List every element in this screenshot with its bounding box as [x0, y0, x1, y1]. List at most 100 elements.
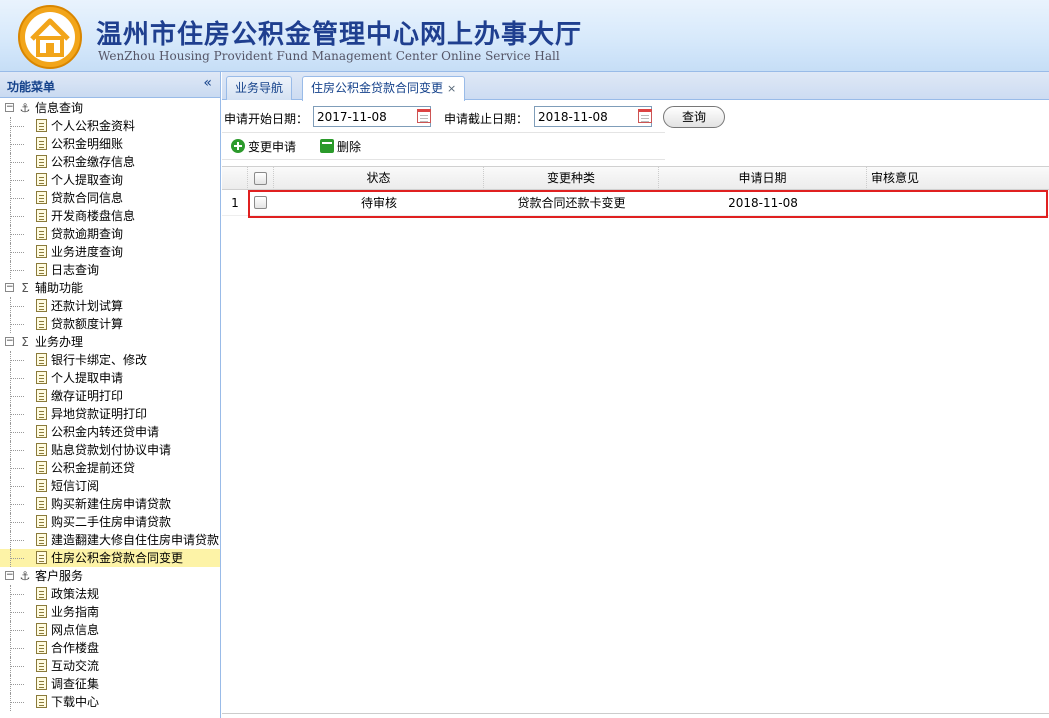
menu-item[interactable]: 异地贷款证明打印 — [0, 405, 220, 423]
menu-item[interactable]: 建造翻建大修自住住房申请贷款 — [0, 531, 220, 549]
menu-item[interactable]: 贷款额度计算 — [0, 315, 220, 333]
sigma-icon: Σ — [21, 281, 29, 295]
column-header-change-type[interactable]: 变更种类 — [484, 167, 659, 190]
menu-item[interactable]: 公积金缴存信息 — [0, 153, 220, 171]
menu-item[interactable]: 政策法规 — [0, 585, 220, 603]
document-icon — [36, 425, 47, 438]
menu-item-label: 公积金缴存信息 — [51, 155, 136, 169]
start-date-input[interactable] — [313, 106, 431, 127]
menu-item[interactable]: 购买二手住房申请贷款 — [0, 513, 220, 531]
tab-business-nav[interactable]: 业务导航 — [226, 76, 293, 100]
delete-button[interactable]: 删除 — [320, 138, 361, 155]
tree-line — [10, 414, 24, 415]
menu-item-label: 日志查询 — [51, 263, 100, 277]
menu-item-label: 异地贷款证明打印 — [51, 407, 148, 421]
document-icon — [36, 677, 47, 690]
tree-line — [10, 324, 24, 325]
menu-item[interactable]: 下载中心 — [0, 693, 220, 711]
menu-item-label: 开发商楼盘信息 — [51, 209, 136, 223]
menu-item[interactable]: 购买新建住房申请贷款 — [0, 495, 220, 513]
row-highlight-box — [248, 190, 1048, 218]
menu-item[interactable]: 业务指南 — [0, 603, 220, 621]
tree-line — [10, 396, 24, 397]
menu-item[interactable]: 开发商楼盘信息 — [0, 207, 220, 225]
document-icon — [36, 389, 47, 402]
main-content: 业务导航 住房公积金贷款合同变更× 申请开始日期： 申请截止日期： 查询 变更申… — [222, 72, 1049, 718]
tab-loan-contract-change[interactable]: 住房公积金贷款合同变更 × — [302, 76, 466, 101]
menu-item-label: 贷款合同信息 — [51, 191, 124, 205]
tree-line — [10, 612, 24, 613]
calendar-icon[interactable] — [638, 109, 652, 123]
menu-item-label: 公积金内转还贷申请 — [51, 425, 160, 439]
menu-item[interactable]: 调查征集 — [0, 675, 220, 693]
menu-item[interactable]: 贷款合同信息 — [0, 189, 220, 207]
menu-item[interactable]: 公积金提前还贷 — [0, 459, 220, 477]
collapse-toggle-icon[interactable]: − — [5, 337, 14, 346]
tree-line — [10, 486, 24, 487]
document-icon — [36, 695, 47, 708]
menu-item[interactable]: 网点信息 — [0, 621, 220, 639]
tab-label: 业务导航 — [235, 81, 284, 95]
menu-item[interactable]: 缴存证明打印 — [0, 387, 220, 405]
tree-line — [10, 360, 24, 361]
menu-item[interactable]: 日志查询 — [0, 261, 220, 279]
collapse-toggle-icon[interactable]: − — [5, 283, 14, 292]
menu-group[interactable]: − Σ 辅助功能 — [0, 279, 220, 297]
tree-line — [10, 594, 24, 595]
site-title: 温州市住房公积金管理中心网上办事大厅 — [96, 20, 583, 50]
collapse-icon[interactable]: « — [203, 75, 212, 91]
menu-group[interactable]: − ⚓ 客户服务 — [0, 567, 220, 585]
menu-item[interactable]: 公积金内转还贷申请 — [0, 423, 220, 441]
tree-line — [10, 522, 24, 523]
house-logo-icon — [18, 5, 82, 69]
end-date-label: 申请截止日期： — [444, 112, 529, 126]
end-date-input[interactable] — [534, 106, 652, 127]
menu-item[interactable]: 贴息贷款划付协议申请 — [0, 441, 220, 459]
menu-item[interactable]: 公积金明细账 — [0, 135, 220, 153]
document-icon — [36, 317, 47, 330]
menu-item-label: 合作楼盘 — [51, 641, 100, 655]
collapse-toggle-icon[interactable]: − — [5, 571, 14, 580]
menu-item[interactable]: 互动交流 — [0, 657, 220, 675]
column-header-apply-date[interactable]: 申请日期 — [659, 167, 867, 190]
menu-group-label: 信息查询 — [35, 101, 84, 115]
menu-item[interactable]: 个人公积金资料 — [0, 117, 220, 135]
document-icon — [36, 227, 47, 240]
menu-item-label: 住房公积金贷款合同变更 — [51, 551, 184, 565]
document-icon — [36, 515, 47, 528]
menu-group-label: 业务办理 — [35, 335, 84, 349]
menu-item[interactable]: 业务进度查询 — [0, 243, 220, 261]
menu-item[interactable]: 银行卡绑定、修改 — [0, 351, 220, 369]
search-button[interactable]: 查询 — [663, 106, 725, 128]
select-all-checkbox[interactable] — [254, 172, 267, 185]
tree-line — [10, 180, 24, 181]
menu-item-label: 网点信息 — [51, 623, 100, 637]
menu-item[interactable]: 个人提取申请 — [0, 369, 220, 387]
document-icon — [36, 461, 47, 474]
collapse-toggle-icon[interactable]: − — [5, 103, 14, 112]
menu-item-label: 业务指南 — [51, 605, 100, 619]
start-date-label: 申请开始日期： — [224, 112, 309, 126]
change-apply-button[interactable]: 变更申请 — [231, 138, 296, 155]
close-icon[interactable]: × — [447, 82, 456, 95]
menu-group[interactable]: − Σ 业务办理 — [0, 333, 220, 351]
menu-item-label: 银行卡绑定、修改 — [51, 353, 148, 367]
calendar-icon[interactable] — [417, 109, 431, 123]
menu-item[interactable]: 短信订阅 — [0, 477, 220, 495]
menu-group[interactable]: − ⚓ 信息查询 — [0, 99, 220, 117]
delete-icon — [320, 139, 334, 153]
menu-item[interactable]: 住房公积金贷款合同变更 — [0, 549, 220, 567]
column-header-status[interactable]: 状态 — [274, 167, 484, 190]
menu-item[interactable]: 个人提取查询 — [0, 171, 220, 189]
document-icon — [36, 623, 47, 636]
menu-item[interactable]: 还款计划试算 — [0, 297, 220, 315]
tree-line — [10, 234, 24, 235]
document-icon — [36, 479, 47, 492]
menu-item[interactable]: 贷款逾期查询 — [0, 225, 220, 243]
menu-item-label: 建造翻建大修自住住房申请贷款 — [51, 533, 220, 547]
tab-label: 住房公积金贷款合同变更 — [311, 81, 444, 95]
column-header-review-opinion[interactable]: 审核意见 — [867, 167, 1049, 190]
document-icon — [36, 263, 47, 276]
menu-item-label: 贷款额度计算 — [51, 317, 124, 331]
menu-item[interactable]: 合作楼盘 — [0, 639, 220, 657]
